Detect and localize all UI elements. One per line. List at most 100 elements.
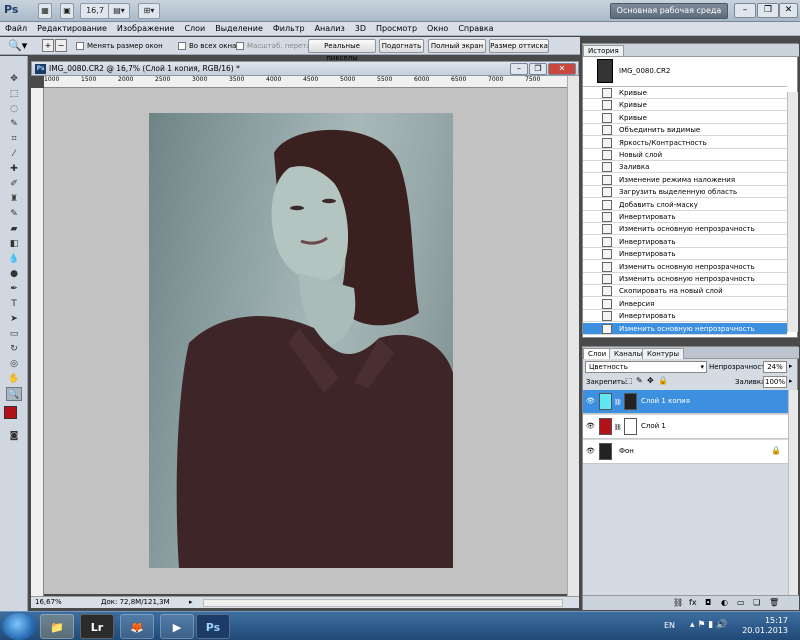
start-button[interactable] [2, 613, 36, 640]
fill-arrow-icon[interactable]: ▸ [789, 377, 793, 385]
new-group-icon[interactable]: ▭ [737, 598, 745, 607]
ruler-vertical[interactable] [31, 88, 44, 596]
clone-stamp-tool-icon[interactable]: ♜ [6, 192, 22, 206]
arrange-documents-button[interactable]: ⊞▾ [138, 3, 160, 19]
history-snapshot-row[interactable]: IMG_0080.CR2 [583, 57, 787, 87]
blend-mode-select[interactable]: Цветность ▾ [585, 361, 707, 373]
lightroom-taskbar-icon[interactable]: Lr [80, 614, 114, 639]
history-step[interactable]: Объединить видимые [583, 124, 787, 137]
media-player-taskbar-icon[interactable]: ▶ [160, 614, 194, 639]
layer-row[interactable]: 👁 ⛓ Слой 1 копия [583, 390, 788, 414]
healing-brush-tool-icon[interactable]: ✚ [6, 162, 22, 176]
print-size-button[interactable]: Размер оттиска [489, 39, 549, 53]
history-step[interactable]: Инвертировать [583, 310, 787, 323]
history-step[interactable]: Инвертировать [583, 211, 787, 223]
lock-all-icon[interactable]: 🔒 [658, 376, 668, 385]
view-extras-button[interactable]: ▤▾ [108, 3, 130, 19]
minimize-button[interactable]: – [734, 3, 756, 18]
minibridge-button[interactable]: ▣ [60, 3, 74, 19]
history-brush-tool-icon[interactable]: ✎ [6, 207, 22, 221]
history-step[interactable]: Инвертировать [583, 236, 787, 248]
history-step[interactable]: Изменить основную непрозрачность [583, 223, 787, 236]
marquee-tool-icon[interactable]: ⬚ [6, 87, 22, 101]
opacity-arrow-icon[interactable]: ▸ [789, 362, 793, 370]
pen-tool-icon[interactable]: ✒ [6, 282, 22, 296]
quick-mask-icon[interactable]: ◙ [6, 429, 22, 443]
zoom-level-select[interactable]: 16,7 [80, 3, 110, 19]
trash-icon[interactable]: 🗑 [769, 598, 779, 607]
shape-tool-icon[interactable]: ▭ [6, 327, 22, 341]
history-step[interactable]: Заливка [583, 161, 787, 174]
layer-style-icon[interactable]: fx [689, 598, 697, 607]
path-selection-tool-icon[interactable]: ➤ [6, 312, 22, 326]
gradient-tool-icon[interactable]: ◧ [6, 237, 22, 251]
history-step[interactable]: Загрузить выделенную область [583, 186, 787, 199]
hand-tool-icon[interactable]: ✋ [6, 372, 22, 386]
menu-select[interactable]: Выделение [210, 22, 268, 35]
history-step[interactable]: Кривые [583, 112, 787, 124]
history-step[interactable]: Яркость/Контрастность [583, 137, 787, 149]
document-photo[interactable] [149, 113, 453, 568]
bridge-button[interactable]: ▦ [38, 3, 52, 19]
visibility-eye-icon[interactable]: 👁 [586, 423, 595, 430]
menu-window[interactable]: Окно [422, 22, 453, 35]
3d-rotate-tool-icon[interactable]: ↻ [6, 342, 22, 356]
menu-help[interactable]: Справка [453, 22, 498, 35]
firefox-taskbar-icon[interactable]: 🦊 [120, 614, 154, 639]
workspace-switcher[interactable]: Основная рабочая среда [610, 3, 728, 19]
system-clock[interactable]: 15:17 20.01.2013 [742, 616, 788, 636]
status-menu-arrow-icon[interactable]: ▸ [189, 598, 193, 606]
eraser-tool-icon[interactable]: ▰ [6, 222, 22, 236]
zoom-out-icon[interactable]: − [55, 39, 67, 52]
fit-screen-button[interactable]: Подогнать [379, 39, 424, 53]
zoom-readout[interactable]: 16,67% [35, 598, 62, 606]
history-step[interactable]: Инверсия [583, 298, 787, 310]
history-step[interactable]: Скопировать на новый слой [583, 285, 787, 298]
history-scrollbar[interactable] [787, 92, 798, 332]
photoshop-taskbar-icon[interactable]: Ps [196, 614, 230, 639]
crop-tool-icon[interactable]: ⌗ [6, 132, 22, 146]
menu-filter[interactable]: Фильтр [268, 22, 310, 35]
brush-tool-icon[interactable]: ✐ [6, 177, 22, 191]
quick-select-tool-icon[interactable]: ✎ [6, 117, 22, 131]
all-windows-checkbox[interactable]: Во всех окнах [178, 41, 240, 51]
history-step[interactable]: Изменение режима наложения [583, 174, 787, 186]
menu-file[interactable]: Файл [0, 22, 32, 35]
menu-analysis[interactable]: Анализ [310, 22, 350, 35]
resize-windows-checkbox[interactable]: Менять размер окон [76, 41, 163, 51]
blur-tool-icon[interactable]: 💧 [6, 252, 22, 266]
history-step[interactable]: Инвертировать [583, 248, 787, 261]
menu-image[interactable]: Изображение [112, 22, 180, 35]
visibility-eye-icon[interactable]: 👁 [586, 398, 595, 405]
history-step[interactable]: Изменить основную непрозрачность [583, 322, 787, 335]
full-screen-button[interactable]: Полный экран [428, 39, 486, 53]
tray-icons[interactable]: ▴ ⚑ ▮ 🔊 [690, 620, 727, 630]
lasso-tool-icon[interactable]: ◌ [6, 102, 22, 116]
fill-field[interactable]: 100% [763, 376, 787, 388]
ruler-horizontal[interactable]: 1000 1500 2000 2500 3000 3500 4000 4500 … [44, 76, 567, 88]
canvas-horizontal-scrollbar[interactable] [203, 599, 563, 607]
language-indicator[interactable]: EN [664, 621, 675, 630]
canvas-vertical-scrollbar[interactable] [567, 76, 579, 596]
foreground-color-swatch[interactable] [4, 406, 17, 419]
history-step[interactable]: Добавить слой-маску [583, 199, 787, 211]
visibility-eye-icon[interactable]: 👁 [586, 448, 595, 455]
3d-orbit-tool-icon[interactable]: ◎ [6, 357, 22, 371]
lock-image-icon[interactable]: ✎ [636, 376, 643, 385]
eyedropper-tool-icon[interactable]: ⁄ [6, 147, 22, 161]
restore-button[interactable]: ❐ [757, 3, 779, 18]
explorer-taskbar-icon[interactable]: 📁 [40, 614, 74, 639]
doc-minimize-button[interactable]: – [510, 63, 528, 75]
history-step[interactable]: Изменить основную непрозрачность [583, 273, 787, 285]
doc-close-button[interactable]: ✕ [548, 63, 576, 75]
lock-transparent-icon[interactable]: ⬚ [625, 376, 633, 385]
move-tool-icon[interactable]: ✥ [6, 72, 22, 86]
zoom-in-icon[interactable]: + [42, 39, 54, 52]
add-mask-icon[interactable]: ◘ [705, 598, 711, 607]
adjustment-layer-icon[interactable]: ◐ [721, 598, 728, 607]
doc-restore-button[interactable]: ❐ [529, 63, 547, 75]
zoom-tool-icon[interactable]: 🔍 [6, 387, 22, 401]
menu-layers[interactable]: Слои [179, 22, 210, 35]
document-tab[interactable]: Ps IMG_0080.CR2 @ 16,7% (Слой 1 копия, R… [31, 61, 579, 76]
tab-layers[interactable]: Слои [583, 348, 612, 359]
